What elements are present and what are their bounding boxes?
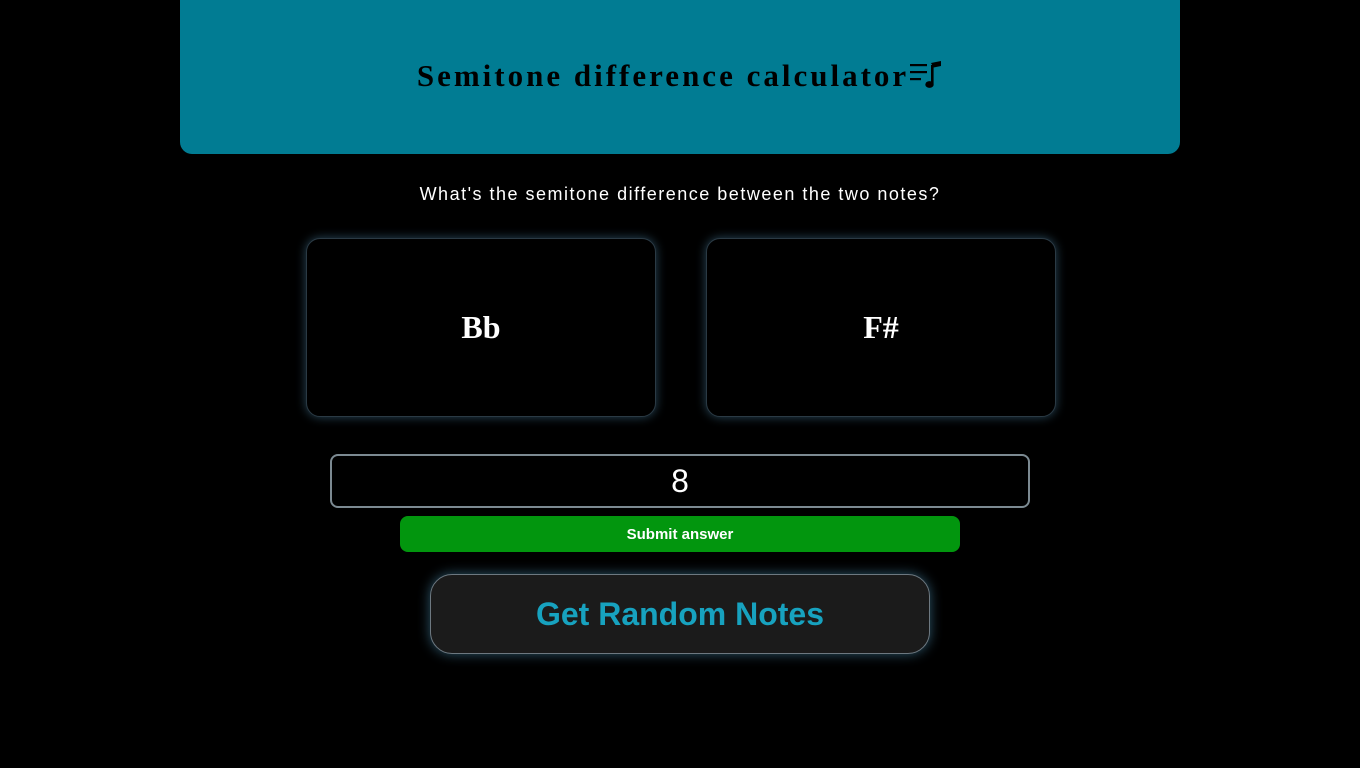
music-playlist-icon <box>910 60 942 88</box>
note-label-second: F# <box>863 309 899 345</box>
note-card-first: Bb <box>306 238 656 417</box>
get-random-notes-button[interactable]: Get Random Notes <box>430 574 930 654</box>
page-title: Semitone difference calculator <box>416 57 910 93</box>
answer-input[interactable] <box>330 454 1030 508</box>
page-title-wrap: Semitone difference calculator <box>417 58 943 94</box>
header-banner: Semitone difference calculator <box>180 0 1180 154</box>
question-text: What's the semitone difference between t… <box>419 184 941 204</box>
submit-answer-button[interactable]: Submit answer <box>400 516 960 552</box>
note-label-first: Bb <box>461 309 501 345</box>
note-card-second: F# <box>706 238 1056 417</box>
